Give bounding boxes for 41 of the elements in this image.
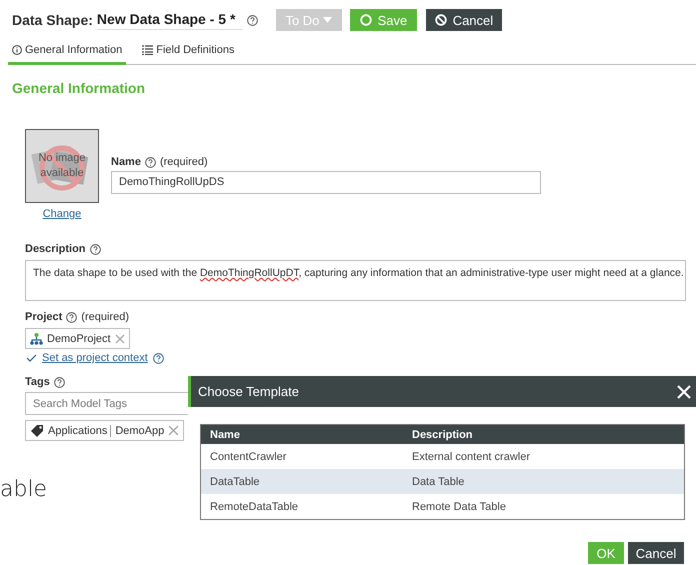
cancel-button[interactable]: Cancel: [426, 9, 502, 31]
tab[interactable]: Field Definitions: [138, 44, 238, 65]
page-label: Data Shape:: [12, 12, 93, 28]
section-title: General Information: [12, 80, 146, 96]
table-row[interactable]: ContentCrawler External content crawler: [201, 444, 684, 469]
column-header: Name: [209, 428, 241, 440]
tag-icon: [30, 424, 44, 438]
help-icon[interactable]: [246, 14, 258, 26]
cancel-button[interactable]: Cancel: [628, 542, 684, 564]
name-field[interactable]: DemoThingRollUpDS: [111, 171, 541, 194]
help-icon[interactable]: [54, 376, 65, 388]
column-header: Description: [411, 428, 474, 440]
info-icon: [12, 45, 22, 55]
list-icon: [142, 45, 154, 55]
field-label: Description: [25, 243, 86, 255]
field-label: Tags: [25, 376, 50, 388]
help-icon[interactable]: [152, 352, 164, 364]
tag-chip[interactable]: Applications DemoApp: [25, 420, 184, 441]
no-image-text: No image available: [37, 151, 87, 181]
circle-icon: [360, 14, 372, 26]
required-note: (required): [160, 156, 208, 168]
close-icon[interactable]: [677, 384, 691, 398]
checkmark-icon: [26, 354, 37, 362]
field-label: Name: [111, 156, 141, 168]
required-note: (required): [81, 311, 129, 323]
caret-icon: [323, 17, 332, 23]
change-link[interactable]: Change: [42, 208, 82, 220]
field-label: Project: [25, 311, 62, 323]
hierarchy-icon: [30, 332, 43, 344]
description-field[interactable]: The data shape to be used with the DemoThingRollUpDT, capturing any information that an administrative-type user might need at a glance.: [25, 260, 686, 301]
table-row[interactable]: RemoteDataTable Remote Data Table: [201, 494, 684, 519]
help-icon[interactable]: [90, 244, 101, 254]
project-chip[interactable]: DemoProject: [25, 328, 130, 349]
background-text: able: [0, 477, 48, 502]
project-context-link[interactable]: Set as project context: [42, 352, 148, 364]
tab[interactable]: General Information: [8, 44, 126, 65]
prohibited-icon: [434, 14, 447, 26]
help-icon[interactable]: [144, 156, 156, 168]
table-row[interactable]: DataTable Data Table: [201, 469, 684, 494]
help-icon[interactable]: [66, 312, 78, 322]
title-field[interactable]: New Data Shape - 5 *: [96, 10, 243, 30]
